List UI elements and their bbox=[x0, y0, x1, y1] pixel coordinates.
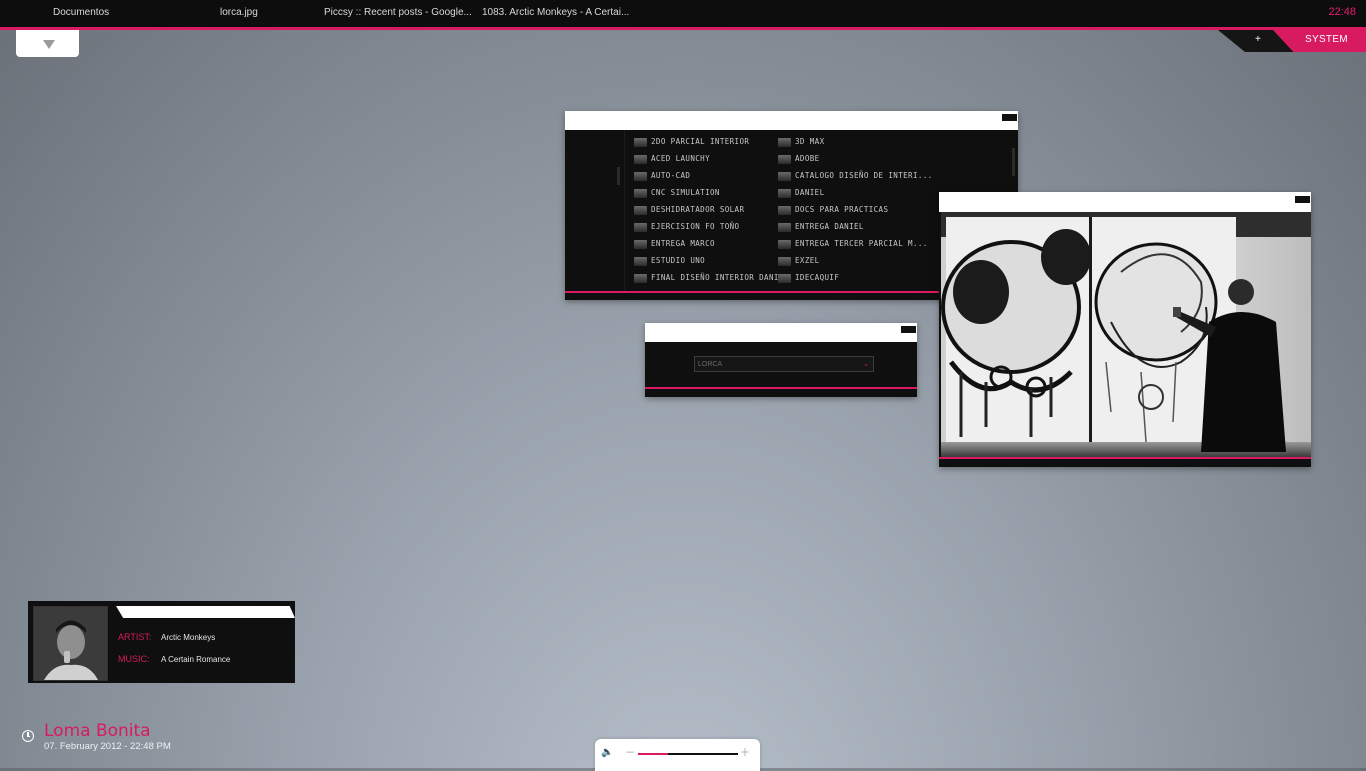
folder-icon bbox=[778, 240, 791, 249]
folder-item[interactable]: DESHIDRATADOR SOLAR bbox=[634, 204, 774, 218]
folder-item[interactable]: 2DO PARCIAL INTERIOR bbox=[634, 136, 774, 150]
folder-icon bbox=[634, 172, 647, 181]
folder-item[interactable]: DOCS PARA PRACTICAS bbox=[778, 204, 918, 218]
image-viewer-window bbox=[939, 192, 1311, 467]
volume-control: 🔈 − + bbox=[595, 739, 760, 771]
folder-icon bbox=[634, 257, 647, 266]
folder-label: FINAL DISEÑO INTERIOR DANIEL bbox=[651, 273, 789, 282]
image-viewer-titlebar[interactable] bbox=[939, 192, 1311, 212]
folder-icon bbox=[634, 138, 647, 147]
close-icon[interactable] bbox=[1295, 196, 1310, 203]
speaker-icon[interactable]: 🔈 bbox=[601, 747, 613, 758]
folder-icon bbox=[778, 138, 791, 147]
folder-label: EXZEL bbox=[795, 256, 820, 265]
search-field[interactable]: ⌄ bbox=[694, 356, 874, 372]
taskbar-clock: 22:48 bbox=[1328, 6, 1356, 18]
folder-label: ADOBE bbox=[795, 154, 820, 163]
folder-item[interactable]: CATALOGO DISEÑO DE INTERI... bbox=[778, 170, 932, 184]
folder-icon bbox=[634, 223, 647, 232]
folder-label: ACED LAUNCHY bbox=[651, 154, 710, 163]
folder-icon bbox=[778, 223, 791, 232]
folder-label: DESHIDRATADOR SOLAR bbox=[651, 205, 745, 214]
location-name: Loma Bonita bbox=[44, 721, 151, 741]
chevron-down-icon[interactable]: ⌄ bbox=[863, 360, 869, 368]
volume-level bbox=[638, 753, 668, 755]
folder-icon bbox=[778, 172, 791, 181]
folder-item[interactable]: ENTREGA MARCO bbox=[634, 238, 774, 252]
artist-name: Arctic Monkeys bbox=[161, 633, 216, 642]
folder-label: IDECAQUIF bbox=[795, 273, 840, 282]
task-music-player[interactable]: 1083. Arctic Monkeys - A Certai... bbox=[482, 7, 632, 18]
folder-icon bbox=[634, 274, 647, 283]
track-title: A Certain Romance bbox=[161, 655, 231, 664]
folder-icon bbox=[634, 240, 647, 249]
folder-label: DOCS PARA PRACTICAS bbox=[795, 205, 889, 214]
system-panel: + SYSTEM bbox=[1218, 30, 1366, 52]
folder-item[interactable]: DANIEL bbox=[778, 187, 918, 201]
folder-item[interactable]: 3D MAX bbox=[778, 136, 918, 150]
desktop: { "taskbar": { "tasks": [ {"label": "Doc… bbox=[0, 0, 1366, 771]
left-scrollbar[interactable] bbox=[617, 167, 620, 185]
folder-item[interactable]: ACED LAUNCHY bbox=[634, 153, 774, 167]
task-lorca-image[interactable]: lorca.jpg bbox=[220, 7, 310, 18]
search-input[interactable] bbox=[695, 357, 858, 371]
folder-label: ENTREGA MARCO bbox=[651, 239, 715, 248]
volume-slider[interactable] bbox=[638, 753, 738, 755]
folder-label: CNC SIMULATION bbox=[651, 188, 720, 197]
folder-label: ENTREGA DANIEL bbox=[795, 222, 864, 231]
folder-icon bbox=[778, 155, 791, 164]
volume-down-button[interactable]: − bbox=[625, 746, 635, 758]
task-documentos[interactable]: Documentos bbox=[53, 7, 193, 18]
folder-item[interactable]: EJERCISION FO TOÑO bbox=[634, 221, 774, 235]
artist-key: ARTIST: bbox=[118, 632, 152, 642]
right-scrollbar[interactable] bbox=[1012, 148, 1015, 176]
search-window: ⌄ bbox=[645, 323, 917, 397]
folder-item[interactable]: EXZEL bbox=[778, 255, 918, 269]
folder-label: 2DO PARCIAL INTERIOR bbox=[651, 137, 750, 146]
folder-label: ESTUDIO UNO bbox=[651, 256, 706, 265]
folder-item[interactable]: AUTO-CAD bbox=[634, 170, 774, 184]
close-icon[interactable] bbox=[1002, 114, 1017, 121]
date-time: 07. February 2012 - 22:48 PM bbox=[44, 741, 171, 752]
album-cover bbox=[33, 606, 108, 681]
folder-icon bbox=[634, 206, 647, 215]
system-label[interactable]: SYSTEM bbox=[1305, 34, 1348, 45]
folder-icon bbox=[778, 257, 791, 266]
folder-icon bbox=[778, 206, 791, 215]
folder-label: 3D MAX bbox=[795, 137, 825, 146]
folder-item[interactable]: ENTREGA DANIEL bbox=[778, 221, 918, 235]
folder-item[interactable]: ENTREGA TERCER PARCIAL M... bbox=[778, 238, 927, 252]
clock-icon bbox=[22, 730, 34, 742]
volume-up-button[interactable]: + bbox=[740, 746, 750, 758]
folder-label: CATALOGO DISEÑO DE INTERI... bbox=[795, 171, 933, 180]
folder-icon bbox=[778, 274, 791, 283]
folder-icon bbox=[778, 189, 791, 198]
taskbar: Documentos lorca.jpg Piccsy :: Recent po… bbox=[0, 0, 1366, 30]
folder-label: EJERCISION FO TOÑO bbox=[651, 222, 740, 231]
chevron-down-icon bbox=[43, 40, 55, 49]
music-widget: ARTIST: Arctic Monkeys MUSIC: A Certain … bbox=[28, 601, 295, 683]
folder-item[interactable]: IDECAQUIF bbox=[778, 272, 918, 286]
folder-item[interactable]: CNC SIMULATION bbox=[634, 187, 774, 201]
close-icon[interactable] bbox=[901, 326, 916, 333]
task-browser[interactable]: Piccsy :: Recent posts - Google... bbox=[324, 7, 474, 18]
folder-item[interactable]: ESTUDIO UNO bbox=[634, 255, 774, 269]
folder-icon bbox=[634, 189, 647, 198]
music-key: MUSIC: bbox=[118, 654, 150, 664]
folder-icon bbox=[634, 155, 647, 164]
folder-item[interactable]: ADOBE bbox=[778, 153, 918, 167]
folder-window-titlebar[interactable] bbox=[565, 111, 1018, 130]
add-button[interactable]: + bbox=[1255, 34, 1261, 45]
folder-item[interactable]: FINAL DISEÑO INTERIOR DANIEL bbox=[634, 272, 788, 286]
launcher-dropdown-button[interactable] bbox=[16, 30, 79, 57]
search-window-titlebar[interactable] bbox=[645, 323, 917, 342]
folder-label: AUTO-CAD bbox=[651, 171, 691, 180]
folder-label: DANIEL bbox=[795, 188, 825, 197]
folder-label: ENTREGA TERCER PARCIAL M... bbox=[795, 239, 928, 248]
artwork-photo bbox=[941, 212, 1311, 457]
